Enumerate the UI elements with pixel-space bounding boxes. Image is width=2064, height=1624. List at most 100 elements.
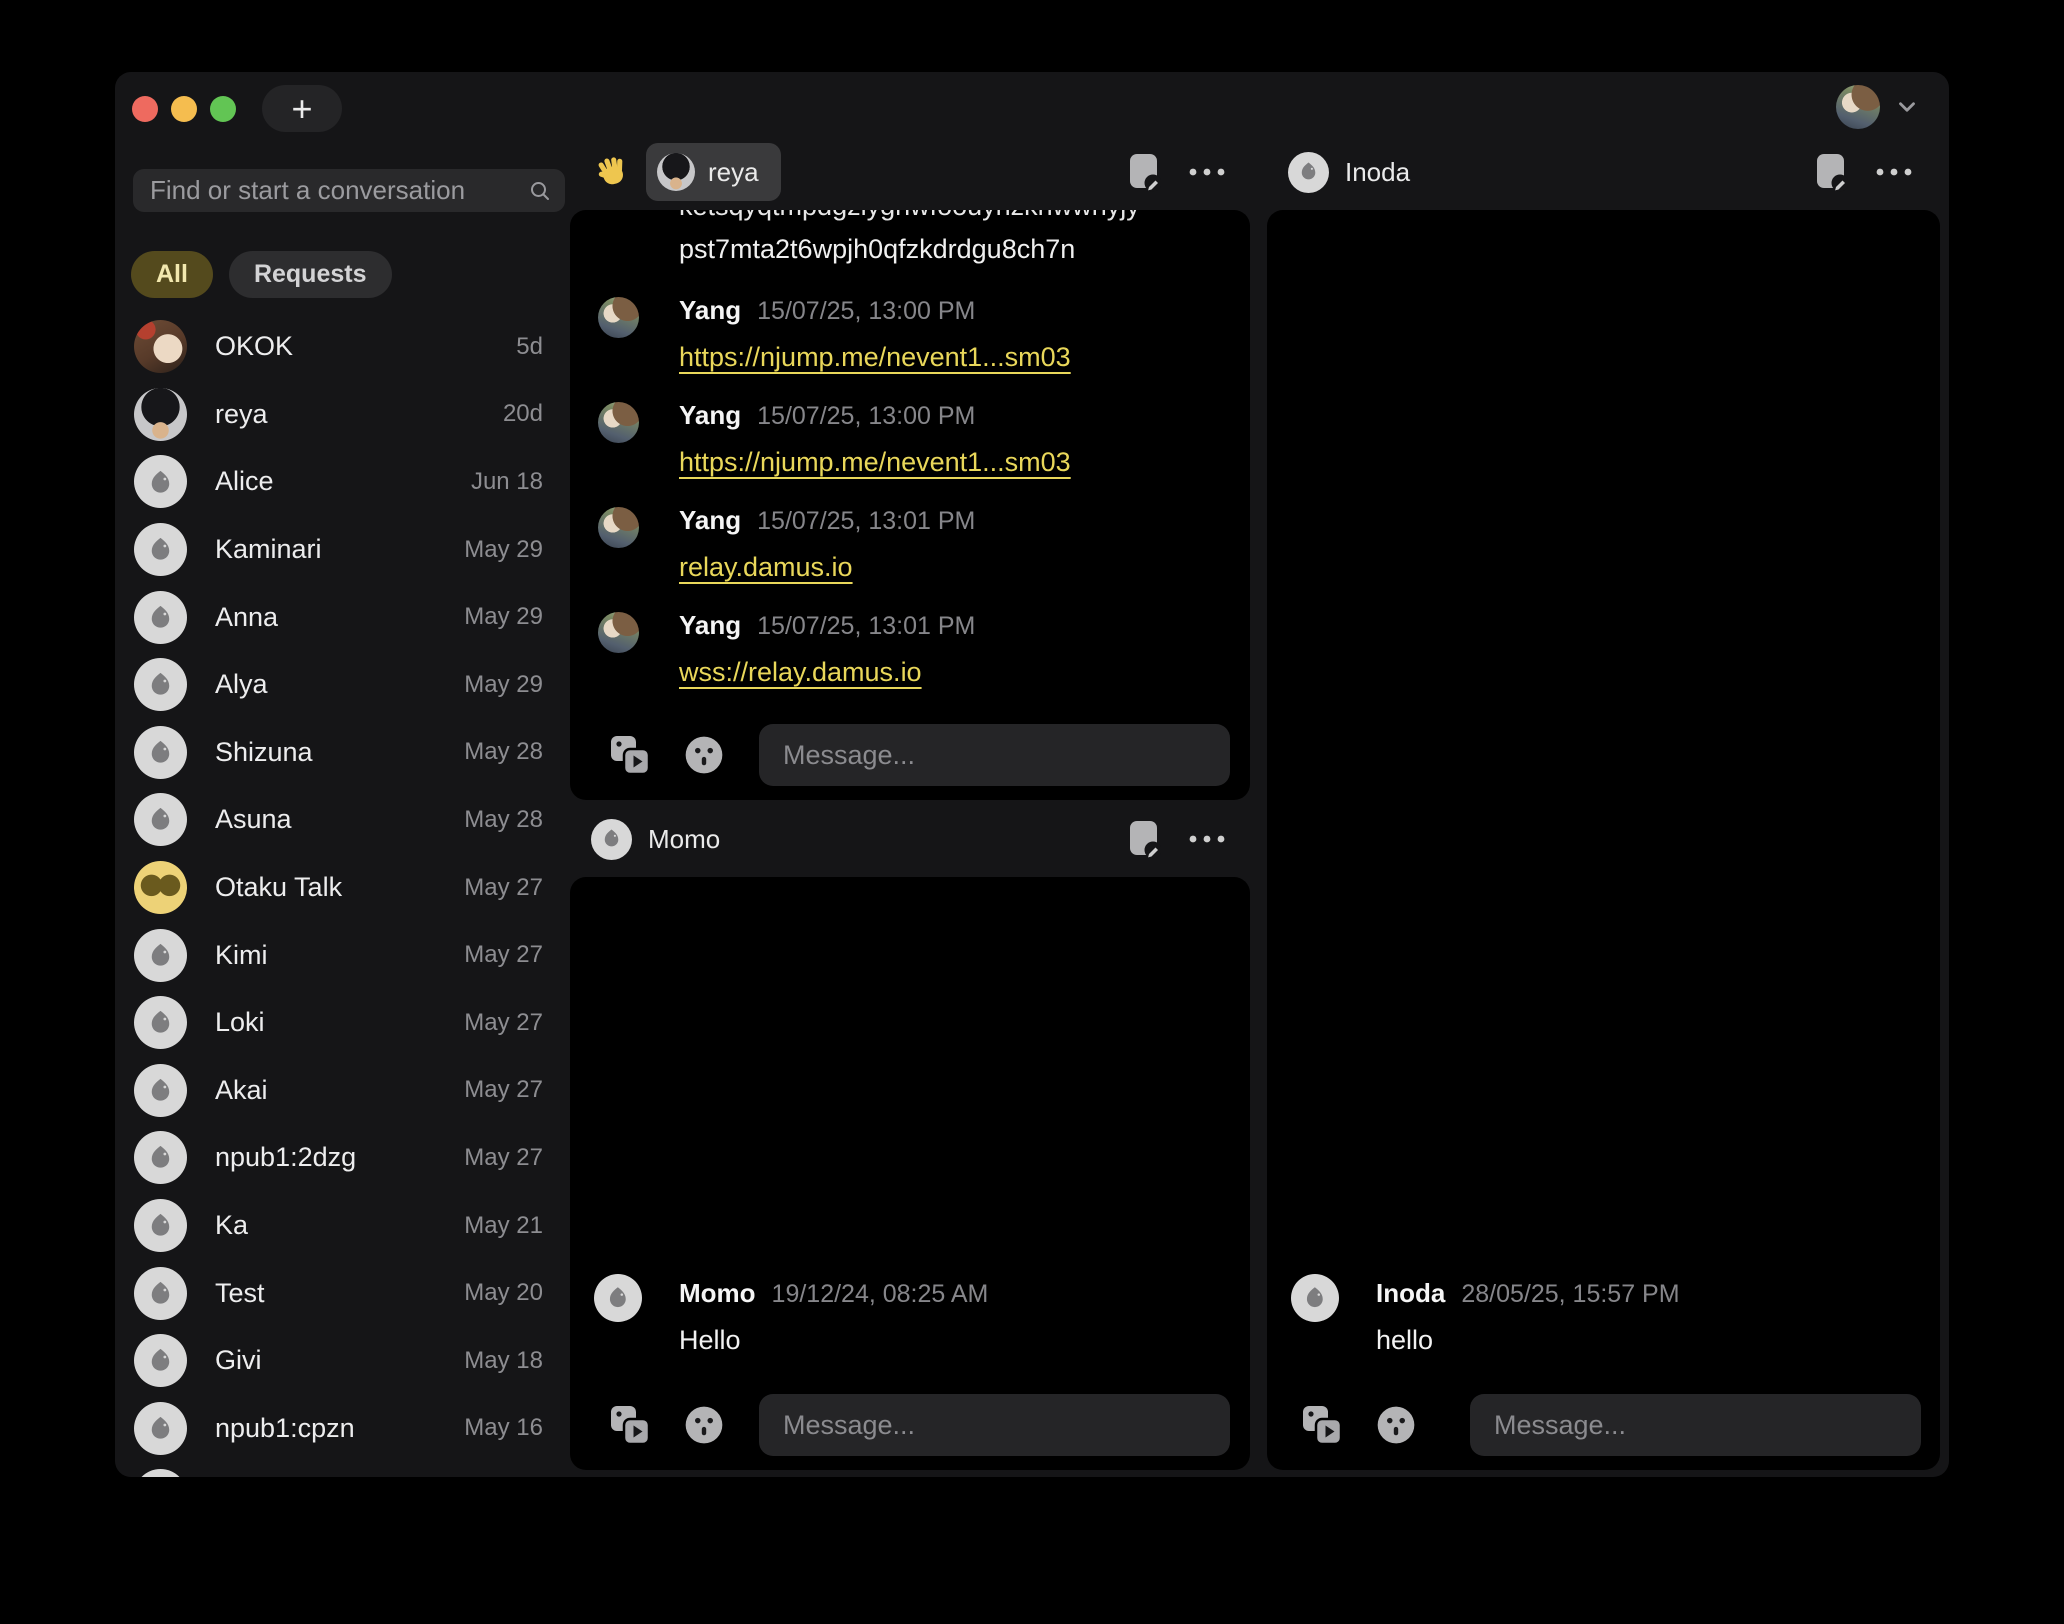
conversation-name: npub1:2dzg [215,1142,464,1173]
conversation-avatar [134,1402,187,1455]
compose-note-icon[interactable] [1815,152,1848,192]
message-input-row [1267,1394,1940,1456]
message-input-row [570,724,1250,786]
conversation-name: reya [215,399,503,430]
sender-avatar[interactable] [1291,1274,1339,1322]
media-picker-icon[interactable] [608,1403,652,1447]
conversation-avatar [134,1334,187,1387]
media-picker-icon[interactable] [1300,1403,1344,1447]
conversation-name: Akai [215,1075,464,1106]
message-author: Momo [679,1278,756,1308]
emoji-button[interactable] [682,733,726,777]
message-timestamp: 15/07/25, 13:01 PM [757,506,975,536]
chevron-down-icon [1894,94,1920,120]
conversation-avatar [134,1469,187,1477]
message-link[interactable]: wss://relay.damus.io [679,657,922,687]
app-window: + All Requests OKOK5dreya20dAliceJun 18K… [115,72,1949,1477]
sender-avatar[interactable] [598,402,639,443]
sender-avatar[interactable] [598,612,639,653]
conversation-row[interactable]: GiviMay 18 [115,1327,570,1395]
conversation-name: Otaku Talk [215,872,464,903]
more-options-button[interactable] [1874,166,1914,178]
chat-title: reya [708,157,759,188]
conversation-name: Shizuna [215,737,464,768]
emoji-button[interactable] [1374,1403,1418,1447]
conversation-row[interactable]: LokiMay 27 [115,989,570,1057]
conversation-avatar [134,793,187,846]
search-input[interactable] [133,175,565,206]
search-icon [528,179,552,203]
more-options-button[interactable] [1187,833,1227,845]
conversation-avatar [134,1267,187,1320]
conversation-date: May 18 [464,1347,543,1375]
emoji-button[interactable] [682,1403,726,1447]
conversation-date: May 29 [464,536,543,564]
conversation-row[interactable]: KimiMay 27 [115,921,570,989]
conversation-row[interactable]: Otaku TalkMay 27 [115,854,570,922]
conversation-row[interactable] [115,1462,570,1477]
chat-title: Inoda [1345,157,1410,188]
conversation-avatar [134,929,187,982]
message: Yang15/07/25, 13:01 PMwss://relay.damus.… [570,610,1250,687]
sender-avatar[interactable] [594,1274,642,1322]
media-picker-icon[interactable] [608,733,652,777]
message-link[interactable]: relay.damus.io [679,552,853,582]
conversation-row[interactable]: KaMay 21 [115,1192,570,1260]
message: Inoda 28/05/25, 15:57 PM hello [1267,1278,1940,1355]
minimize-window-button[interactable] [171,96,197,122]
conversation-row[interactable]: OKOK5d [115,313,570,381]
waving-hand-icon [594,154,631,191]
profile-menu[interactable] [1836,85,1920,129]
compose-note-icon[interactable] [1128,819,1161,859]
conversation-date: May 27 [464,1144,543,1172]
message-input[interactable] [1470,1394,1921,1456]
conversation-row[interactable]: AkaiMay 27 [115,1057,570,1125]
conversation-row[interactable]: npub1:2dzgMay 27 [115,1124,570,1192]
conversation-avatar [134,591,187,644]
message-author: Yang [679,295,741,325]
peer-avatar [657,153,695,191]
message-timestamp: 28/05/25, 15:57 PM [1461,1279,1679,1309]
message-link[interactable]: https://njump.me/nevent1...sm03 [679,447,1071,477]
message-input[interactable] [759,724,1230,786]
conversation-row[interactable]: KaminariMay 29 [115,516,570,584]
more-options-button[interactable] [1187,166,1227,178]
conversation-row[interactable]: npub1:cpznMay 16 [115,1395,570,1463]
conversation-avatar [134,1199,187,1252]
conversation-date: May 28 [464,806,543,834]
conversation-row[interactable]: AliceJun 18 [115,448,570,516]
sender-avatar[interactable] [598,507,639,548]
filter-all-button[interactable]: All [131,251,213,298]
peer-avatar[interactable] [1288,152,1329,193]
conversation-date: May 27 [464,1009,543,1037]
close-window-button[interactable] [132,96,158,122]
conversation-row[interactable]: ShizunaMay 28 [115,719,570,787]
zoom-window-button[interactable] [210,96,236,122]
peer-avatar[interactable] [591,819,632,860]
conversation-name: Givi [215,1345,464,1376]
chat-title-pill[interactable]: reya [646,143,781,201]
conversation-row[interactable]: reya20d [115,381,570,449]
message-text: Hello [679,1325,1250,1355]
conversation-row[interactable]: TestMay 20 [115,1259,570,1327]
window-controls [132,96,236,122]
conversation-row[interactable]: AnnaMay 29 [115,583,570,651]
sender-avatar[interactable] [598,297,639,338]
conversation-date: May 16 [464,1414,543,1442]
filter-requests-button[interactable]: Requests [229,251,392,298]
conversation-list: OKOK5dreya20dAliceJun 18KaminariMay 29An… [115,313,570,1477]
message-input[interactable] [759,1394,1230,1456]
conversation-name: Kimi [215,940,464,971]
conversation-row[interactable]: AsunaMay 28 [115,786,570,854]
chat-title: Momo [648,824,720,855]
message-author: Yang [679,610,741,640]
conversation-avatar [134,388,187,441]
compose-note-icon[interactable] [1128,152,1161,192]
conversation-row[interactable]: AlyaMay 29 [115,651,570,719]
user-avatar[interactable] [1836,85,1880,129]
conversation-name: Kaminari [215,534,464,565]
message-link[interactable]: https://njump.me/nevent1...sm03 [679,342,1071,372]
message-text: hello [1376,1325,1940,1355]
conversation-avatar [134,455,187,508]
new-chat-button[interactable]: + [262,85,342,132]
